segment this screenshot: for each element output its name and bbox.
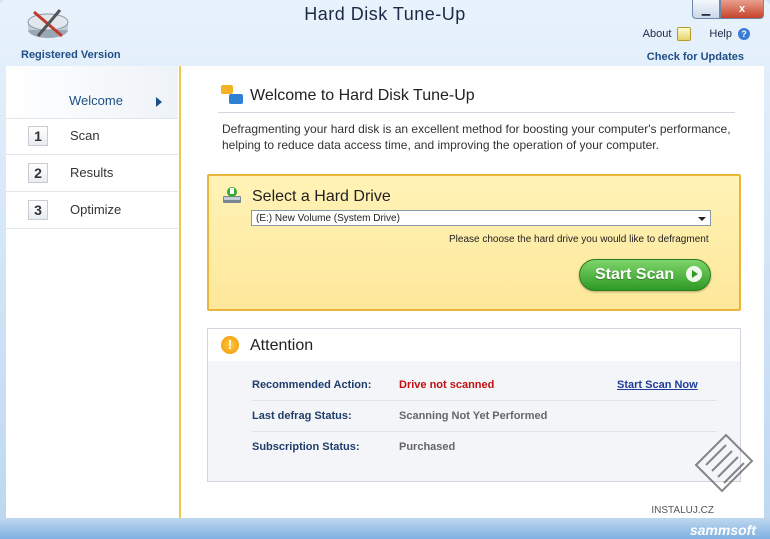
status-row: Last defrag Status: Scanning Not Yet Per… — [252, 401, 717, 432]
warning-icon: ! — [221, 336, 239, 354]
sidebar-item-label: Results — [70, 165, 114, 180]
status-key: Recommended Action: — [252, 379, 372, 391]
top-links: About Help ? — [643, 27, 750, 41]
check-updates-link[interactable]: Check for Updates — [647, 51, 744, 63]
welcome-icon — [221, 85, 243, 104]
sub-header: Registered Version Check for Updates — [0, 46, 770, 66]
attention-title: Attention — [250, 337, 314, 354]
sidebar: Welcome 1 Scan 2 Results 3 Optimize — [6, 66, 181, 518]
status-key: Last defrag Status: — [252, 410, 352, 422]
attention-panel: ! Attention Recommended Action: Drive no… — [207, 328, 741, 482]
select-drive-title: Select a Hard Drive — [252, 188, 391, 205]
sidebar-item-optimize[interactable]: 3 Optimize — [6, 192, 178, 229]
title-bar: Hard Disk Tune-Up ▁ x About Help ? — [0, 0, 770, 46]
start-scan-button[interactable]: Start Scan — [579, 259, 711, 291]
page-title: Welcome to Hard Disk Tune-Up — [250, 87, 475, 104]
drive-icon — [223, 187, 241, 203]
brand-logo: sammsoft — [689, 522, 756, 538]
chevron-down-icon[interactable] — [698, 217, 706, 221]
arrow-right-icon — [156, 97, 162, 107]
help-link[interactable]: Help — [709, 28, 732, 40]
status-key: Subscription Status: — [252, 441, 360, 453]
watermark-logo — [694, 433, 754, 493]
about-link[interactable]: About — [643, 28, 672, 40]
sidebar-item-label: Optimize — [70, 202, 122, 217]
step-number: 3 — [28, 200, 48, 220]
about-icon[interactable] — [677, 27, 692, 41]
step-number: 2 — [28, 163, 48, 183]
sidebar-item-welcome[interactable]: Welcome — [6, 66, 178, 119]
status-value: Scanning Not Yet Performed — [399, 410, 548, 422]
drive-select-value: (E:) New Volume (System Drive) — [256, 213, 400, 224]
minimize-button[interactable]: ▁ — [692, 0, 720, 19]
status-row: Recommended Action: Drive not scanned St… — [252, 370, 717, 401]
window-controls: ▁ x — [692, 0, 764, 19]
status-row: Subscription Status: Purchased — [252, 432, 717, 462]
footer-bar: sammsoft — [0, 518, 770, 539]
sidebar-item-label: Welcome — [69, 93, 123, 108]
sidebar-item-results[interactable]: 2 Results — [6, 155, 178, 192]
app-window: Hard Disk Tune-Up ▁ x About Help ? Regis… — [0, 0, 770, 539]
status-value: Purchased — [399, 441, 456, 453]
window-title: Hard Disk Tune-Up — [304, 4, 466, 24]
sidebar-item-scan[interactable]: 1 Scan — [6, 118, 178, 155]
play-icon — [686, 266, 702, 282]
close-button[interactable]: x — [720, 0, 764, 19]
select-drive-panel: Select a Hard Drive (E:) New Volume (Sys… — [207, 174, 741, 311]
main-panel: Welcome to Hard Disk Tune-Up Defragmenti… — [181, 66, 764, 518]
help-icon[interactable]: ? — [738, 28, 750, 40]
drive-hint-text: Please choose the hard drive you would l… — [449, 234, 709, 245]
registered-version-label: Registered Version — [21, 49, 121, 61]
drive-select[interactable]: (E:) New Volume (System Drive) — [251, 210, 711, 226]
sidebar-item-label: Scan — [70, 128, 100, 143]
status-value: Drive not scanned — [399, 379, 495, 391]
divider — [218, 112, 735, 113]
start-scan-now-link[interactable]: Start Scan Now — [617, 379, 698, 391]
description-text: Defragmenting your hard disk is an excel… — [222, 122, 731, 152]
watermark-text: INSTALUJ.CZ — [651, 505, 714, 516]
start-scan-label: Start Scan — [595, 266, 675, 283]
step-number: 1 — [28, 126, 48, 146]
